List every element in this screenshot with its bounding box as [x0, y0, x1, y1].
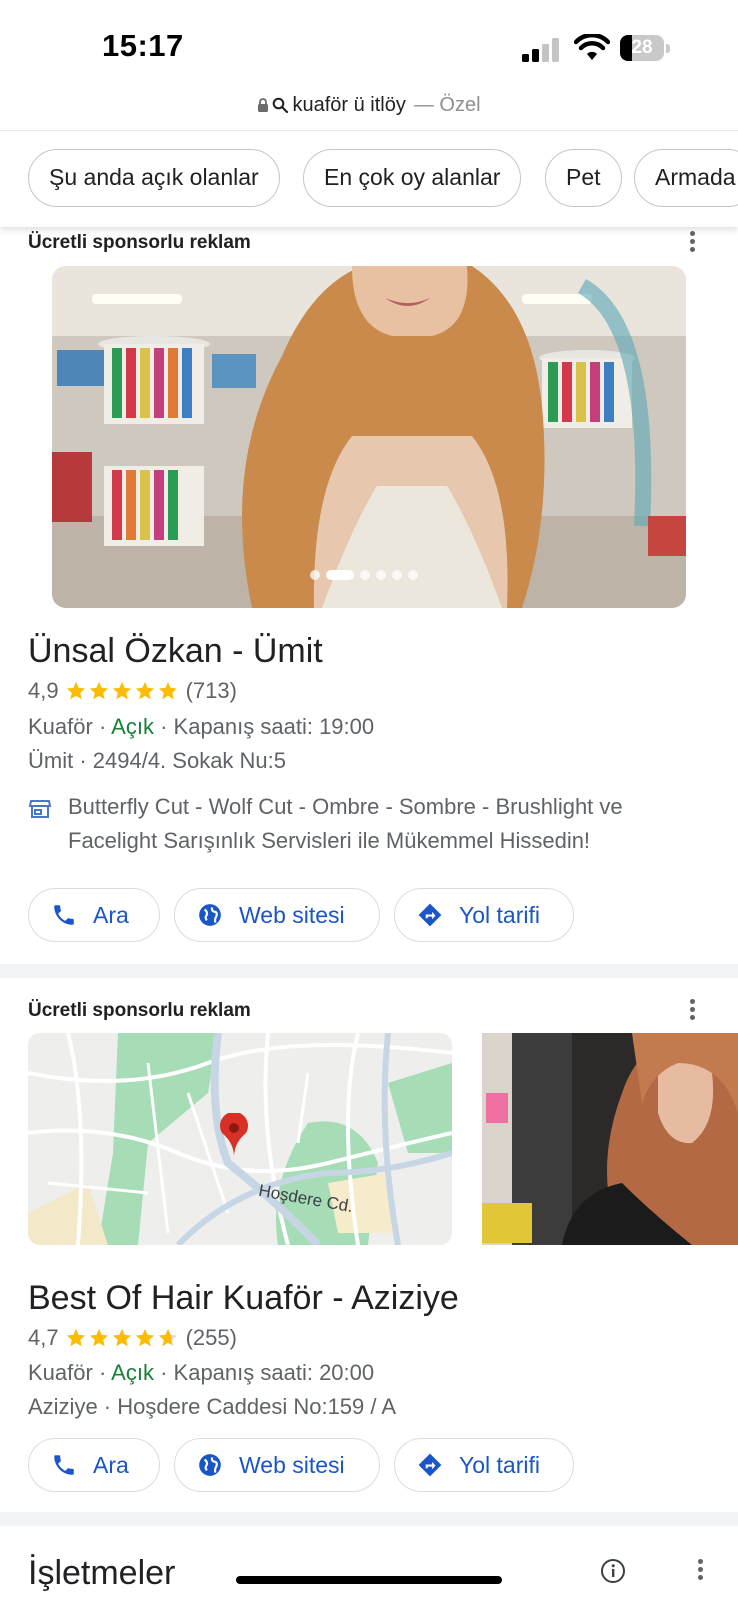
more-options-icon[interactable]	[690, 1556, 710, 1586]
url-query: kuaför ü itlöy	[292, 93, 406, 116]
battery-level: 28	[631, 37, 653, 58]
carousel-dot[interactable]	[360, 570, 370, 580]
map-pin-icon	[220, 1113, 248, 1157]
call-button[interactable]: Ara	[28, 888, 160, 942]
star-rating	[65, 1327, 180, 1349]
chip-pet[interactable]: Pet	[545, 149, 622, 207]
carousel-dot[interactable]	[376, 570, 386, 580]
carousel-dot[interactable]	[310, 570, 320, 580]
globe-icon	[199, 1454, 221, 1476]
star-icon	[158, 681, 177, 700]
section-divider	[0, 1512, 738, 1526]
chip-armada[interactable]: Armada	[634, 149, 738, 207]
url-bar[interactable]: kuaför ü itlöy — Özel	[0, 90, 738, 120]
salon-photo	[52, 266, 686, 608]
star-icon	[89, 681, 108, 700]
website-label: Web sitesi	[239, 901, 345, 928]
business-name[interactable]: Best Of Hair Kuaför - Aziziye	[28, 1279, 459, 1318]
open-status: Açık	[111, 714, 154, 739]
wifi-icon	[574, 34, 610, 60]
closing-time: Kapanış saati: 19:00	[173, 714, 375, 739]
lock-icon	[258, 98, 269, 112]
status-time: 15:17	[102, 28, 184, 63]
globe-icon	[199, 904, 221, 926]
website-button[interactable]: Web sitesi	[174, 888, 380, 942]
rating-line: 4,9 (713)	[28, 678, 237, 704]
carousel-dot[interactable]	[392, 570, 402, 580]
rating-line: 4,7 (255)	[28, 1325, 237, 1351]
star-icon	[112, 1328, 131, 1347]
rating-value: 4,7	[28, 1325, 59, 1350]
directions-button[interactable]: Yol tarifi	[394, 888, 574, 942]
star-icon	[66, 1328, 85, 1347]
open-status: Açık	[111, 1360, 154, 1385]
home-indicator[interactable]	[236, 1576, 502, 1584]
directions-label: Yol tarifi	[459, 1451, 540, 1478]
carousel-dot-active[interactable]	[326, 570, 354, 580]
info-icon[interactable]	[600, 1558, 626, 1584]
call-button[interactable]: Ara	[28, 1438, 160, 1492]
website-label: Web sitesi	[239, 1451, 345, 1478]
filter-chip-row: Şu anda açık olanlar En çok oy alanlar P…	[0, 130, 738, 227]
more-options-icon[interactable]	[682, 996, 702, 1026]
directions-button[interactable]: Yol tarifi	[394, 1438, 574, 1492]
review-count: (255)	[185, 1325, 237, 1350]
star-icon	[135, 681, 154, 700]
call-label: Ara	[93, 901, 129, 928]
business-name[interactable]: Ünsal Özkan - Ümit	[28, 632, 323, 671]
section-title: İşletmeler	[28, 1554, 176, 1592]
business-info: Kuaför · Açık · Kapanış saati: 20:00	[28, 1360, 375, 1385]
directions-icon	[418, 1453, 442, 1477]
salon-photo[interactable]	[482, 1033, 738, 1245]
star-icon	[66, 681, 85, 700]
salon-photo-carousel[interactable]	[52, 266, 686, 608]
business-info: Kuaför · Açık · Kapanış saati: 19:00	[28, 714, 375, 739]
business-address: Ümit · 2494/4. Sokak Nu:5	[28, 748, 287, 773]
star-icon	[112, 681, 131, 700]
star-icon	[135, 1328, 154, 1347]
star-icon	[158, 1328, 177, 1347]
carousel-dot[interactable]	[408, 570, 418, 580]
private-label: — Özel	[413, 93, 481, 116]
business-category: Kuaför	[28, 1360, 93, 1385]
sponsored-label: Ücretli sponsorlu reklam	[28, 1000, 251, 1021]
search-icon	[273, 97, 289, 113]
website-button[interactable]: Web sitesi	[174, 1438, 380, 1492]
directions-label: Yol tarifi	[459, 901, 540, 928]
more-options-icon[interactable]	[682, 228, 702, 258]
business-address: Aziziye · Hoşdere Caddesi No:159 / A	[28, 1394, 397, 1419]
call-label: Ara	[93, 1451, 129, 1478]
section-divider	[0, 964, 738, 978]
map-preview[interactable]: Hoşdere Cd.	[28, 1033, 452, 1245]
star-rating	[65, 680, 180, 702]
closing-time: Kapanış saati: 20:00	[173, 1360, 375, 1385]
business-description: Butterfly Cut - Wolf Cut - Ombre - Sombr…	[68, 794, 623, 853]
battery-icon: 28	[620, 35, 672, 61]
review-count: (713)	[185, 678, 237, 703]
chip-top-rated[interactable]: En çok oy alanlar	[303, 149, 522, 207]
carousel-dots	[310, 570, 418, 580]
store-icon	[28, 800, 52, 818]
sponsored-label: Ücretli sponsorlu reklam	[28, 232, 251, 253]
rating-value: 4,9	[28, 678, 59, 703]
star-icon	[89, 1328, 108, 1347]
phone-icon	[54, 905, 74, 925]
cellular-signal-icon	[522, 38, 559, 62]
business-category: Kuaför	[28, 714, 93, 739]
directions-icon	[418, 903, 442, 927]
chip-open-now[interactable]: Şu anda açık olanlar	[28, 149, 280, 207]
phone-icon	[54, 1455, 74, 1475]
